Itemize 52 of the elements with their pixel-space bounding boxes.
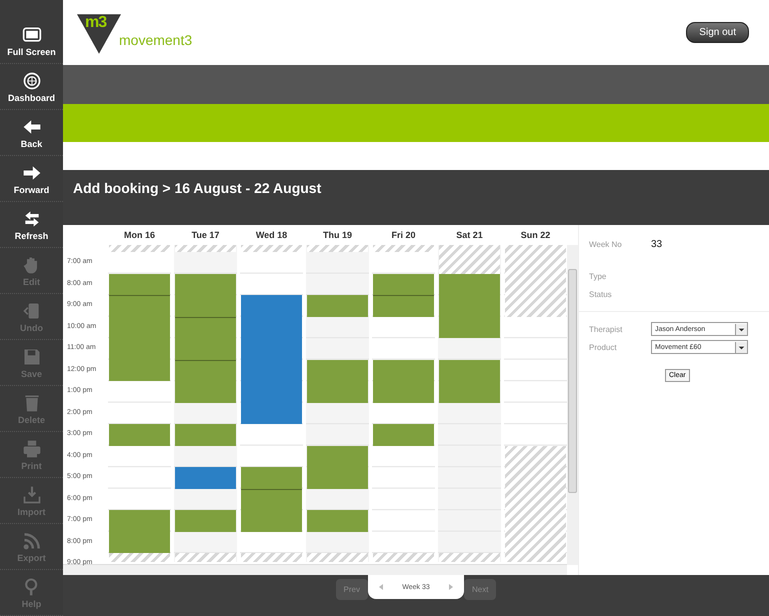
field-label: Therapist xyxy=(589,324,624,334)
unavailable-block xyxy=(307,553,368,562)
unavailable-block xyxy=(373,245,434,252)
unavailable-block xyxy=(307,245,368,252)
booking-block[interactable] xyxy=(373,274,434,296)
week-number: 33 xyxy=(651,238,662,250)
booking-block[interactable] xyxy=(109,360,170,382)
horizontal-scrollbar[interactable] xyxy=(63,564,567,575)
unavailable-block xyxy=(241,245,302,252)
day-header: Thu 19 xyxy=(322,229,353,242)
booking-block[interactable] xyxy=(307,446,368,468)
unavailable-block xyxy=(373,553,434,562)
unavailable-block xyxy=(175,245,236,252)
left-arrow-icon[interactable] xyxy=(376,583,385,591)
field-label: Status xyxy=(589,290,613,298)
page-title: Add booking > 16 August - 22 August xyxy=(73,180,322,196)
booking-block[interactable] xyxy=(307,360,368,382)
day-header: Sun 22 xyxy=(520,229,552,242)
prev-button[interactable]: Prev xyxy=(336,579,368,600)
import-icon xyxy=(22,484,42,504)
unavailable-block xyxy=(505,245,566,317)
right-arrow-icon[interactable] xyxy=(447,583,456,591)
feed-icon xyxy=(22,530,42,550)
unavailable-block xyxy=(109,245,170,252)
unavailable-block xyxy=(241,553,302,562)
field-label: Product xyxy=(589,342,618,352)
unavailable-block xyxy=(109,553,170,562)
unavailable-block xyxy=(439,245,500,274)
booking-block[interactable] xyxy=(439,316,500,338)
screen-icon xyxy=(22,24,42,44)
day-header: Fri 20 xyxy=(390,229,416,242)
save-icon xyxy=(22,346,42,366)
day-header: Wed 18 xyxy=(254,229,288,242)
logo: m3 movement3 xyxy=(73,8,193,58)
field-label: Type xyxy=(589,272,608,280)
booking-block[interactable] xyxy=(241,402,302,424)
unavailable-block xyxy=(439,553,500,562)
booking-block[interactable] xyxy=(373,360,434,382)
day-header: Mon 16 xyxy=(122,229,156,242)
booking-block[interactable] xyxy=(439,360,500,382)
undo-icon xyxy=(22,300,42,320)
vertical-scrollbar[interactable] xyxy=(567,245,578,565)
field-label: Week No xyxy=(589,240,623,248)
printer-icon xyxy=(22,438,42,458)
day-header: Tue 17 xyxy=(190,229,220,242)
globe-icon xyxy=(22,70,42,90)
booking-block[interactable] xyxy=(175,274,236,296)
unavailable-block xyxy=(175,553,236,562)
sign-out-button[interactable]: Sign out xyxy=(686,22,749,43)
booking-block[interactable] xyxy=(109,274,170,296)
next-button[interactable]: Next xyxy=(464,579,496,600)
day-header: Sat 21 xyxy=(455,229,484,242)
